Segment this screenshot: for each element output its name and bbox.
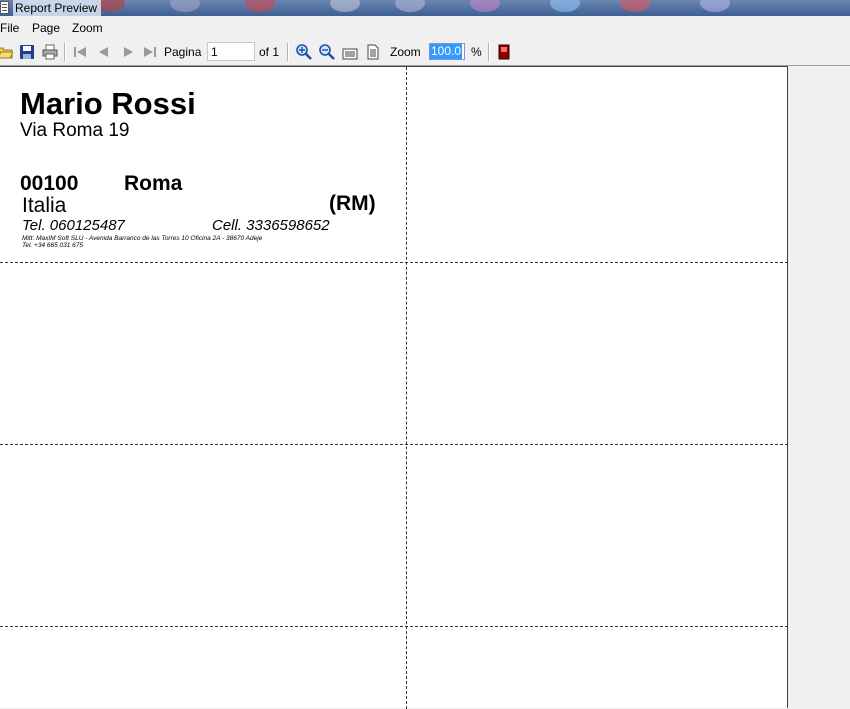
preview-area[interactable]: Mario Rossi Via Roma 19 00100 Roma Itali… bbox=[0, 66, 850, 709]
page-number-input[interactable] bbox=[207, 42, 255, 61]
prev-page-icon[interactable] bbox=[96, 44, 112, 60]
sender-address: Mitt: MaxIM Soft SLU - Avenida Barranco … bbox=[22, 235, 263, 242]
taskbar-glow bbox=[330, 0, 360, 12]
window-title: Report Preview bbox=[13, 0, 102, 16]
label-divider-horizontal bbox=[0, 626, 788, 627]
first-page-icon[interactable] bbox=[72, 44, 88, 60]
print-icon[interactable] bbox=[42, 44, 58, 60]
menu-bar: File Page Zoom bbox=[0, 19, 850, 38]
title-bar: Report Preview bbox=[0, 0, 850, 16]
taskbar-glow bbox=[245, 0, 275, 12]
recipient-province: (RM) bbox=[329, 192, 376, 215]
page-count-label: of 1 bbox=[259, 45, 280, 59]
label-divider-vertical bbox=[406, 67, 407, 709]
taskbar-glow bbox=[550, 0, 580, 12]
recipient-phone: Tel. 060125487 bbox=[22, 217, 125, 234]
zoom-out-icon[interactable] bbox=[319, 44, 335, 60]
menu-page[interactable]: Page bbox=[32, 21, 60, 36]
close-icon[interactable] bbox=[496, 44, 512, 60]
app-icon bbox=[0, 1, 9, 14]
zoom-value: 100.0 bbox=[430, 44, 463, 59]
zoom-label: Zoom bbox=[390, 45, 421, 59]
taskbar-glow bbox=[170, 0, 200, 12]
recipient-city: Roma bbox=[124, 172, 183, 195]
taskbar-glow bbox=[395, 0, 425, 12]
report-page: Mario Rossi Via Roma 19 00100 Roma Itali… bbox=[0, 66, 788, 709]
recipient-street: Via Roma 19 bbox=[20, 120, 130, 141]
next-page-icon[interactable] bbox=[120, 44, 136, 60]
taskbar-glow bbox=[470, 0, 500, 12]
whole-page-icon[interactable] bbox=[365, 44, 381, 60]
open-folder-icon[interactable] bbox=[0, 44, 13, 60]
taskbar-glow bbox=[700, 0, 730, 12]
menu-file[interactable]: File bbox=[0, 21, 19, 36]
page-label: Pagina bbox=[164, 45, 202, 59]
toolbar: Pagina of 1 Zoom 100.0 % bbox=[0, 39, 850, 66]
taskbar-glow bbox=[620, 0, 650, 12]
percent-label: % bbox=[471, 45, 482, 59]
menu-zoom[interactable]: Zoom bbox=[72, 21, 103, 36]
sender-phone: Tel. +34 665 031 675 bbox=[22, 242, 84, 249]
recipient-postal-code: 00100 bbox=[20, 172, 79, 195]
zoom-in-icon[interactable] bbox=[296, 44, 312, 60]
label-divider-horizontal bbox=[0, 262, 788, 263]
save-icon[interactable] bbox=[19, 44, 35, 60]
zoom-input[interactable]: 100.0 bbox=[429, 43, 465, 60]
page-width-icon[interactable] bbox=[342, 44, 358, 60]
sender-info: Mitt: MaxIM Soft SLU - Avenida Barranco … bbox=[22, 235, 262, 249]
recipient-name: Mario Rossi bbox=[20, 86, 196, 121]
recipient-mobile: Cell. 3336598652 bbox=[212, 217, 330, 234]
recipient-country: Italia bbox=[22, 194, 67, 217]
last-page-icon[interactable] bbox=[142, 44, 158, 60]
label-divider-horizontal bbox=[0, 444, 788, 445]
